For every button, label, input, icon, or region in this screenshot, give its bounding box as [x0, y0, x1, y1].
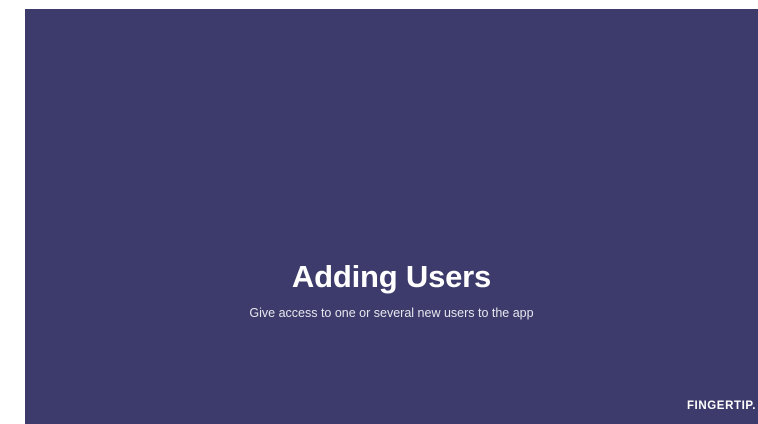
slide-title: Adding Users: [291, 259, 492, 294]
title-slide: Adding Users Give access to one or sever…: [25, 9, 758, 424]
page: Adding Users Give access to one or sever…: [0, 0, 758, 424]
slide-subtitle: Give access to one or several new users …: [249, 306, 534, 320]
fingertip-logo: FINGERTIP.: [686, 400, 756, 412]
